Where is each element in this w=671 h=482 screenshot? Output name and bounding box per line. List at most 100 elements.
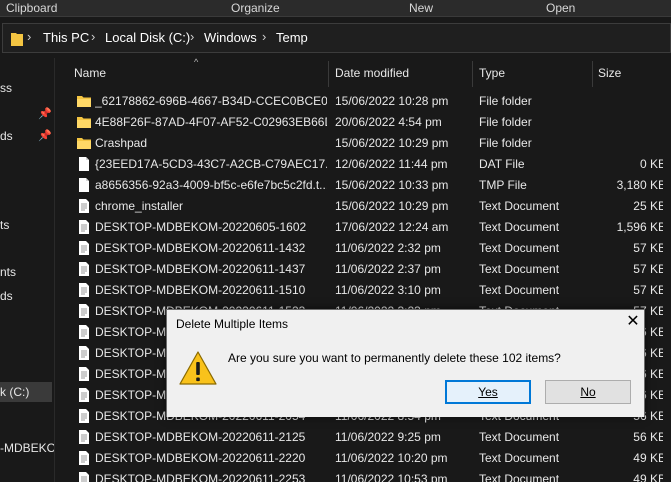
table-row[interactable]: chrome_installer 15/06/2022 10:29 pm Text …	[70, 196, 671, 217]
file-size: 57 KB	[633, 262, 666, 276]
text-doc-icon	[76, 240, 92, 256]
column-header-row: ^ Name Date modified Type Size	[70, 58, 671, 90]
table-row[interactable]: DESKTOP-MDBEKOM-20220611-1437 11/06/2022 …	[70, 259, 671, 280]
text-doc-icon	[76, 282, 92, 298]
file-name: _62178862-696B-4667-B34D-CCEC0BCE0...	[95, 94, 327, 108]
address-box[interactable]: › This PC › Local Disk (C:) › Windows › …	[2, 23, 671, 53]
text-doc-icon	[76, 366, 92, 382]
file-name: DESKTOP-MDBEKOM-20220605-1602	[95, 220, 307, 234]
dialog-body: Are you sure you want to permanently del…	[167, 340, 644, 417]
breadcrumb-separator-icon: ›	[262, 29, 267, 44]
table-row[interactable]: {23EED17A-5CD3-43C7-A2CB-C79AEC17... 12/0…	[70, 154, 671, 175]
dialog-message: Are you sure you want to permanently del…	[228, 351, 561, 365]
ribbon-group-clipboard: Clipboard	[6, 1, 58, 15]
table-row[interactable]: a8656356-92a3-4009-bf5c-e6fe7bc5c2fd.t..…	[70, 175, 671, 196]
vertical-scrollbar[interactable]	[663, 58, 671, 482]
file-type: Text Document	[479, 283, 560, 297]
file-size: 49 KB	[633, 451, 666, 465]
folder-icon	[76, 93, 92, 109]
yes-button[interactable]: Yes	[445, 380, 531, 404]
text-doc-icon	[76, 345, 92, 361]
nav-item[interactable]: ts	[0, 218, 9, 232]
table-row[interactable]: _62178862-696B-4667-B34D-CCEC0BCE0... 15/…	[70, 91, 671, 112]
pin-icon: 📌	[38, 108, 52, 120]
table-row[interactable]: DESKTOP-MDBEKOM-20220611-2253 11/06/2022 …	[70, 469, 671, 482]
file-name: Crashpad	[95, 136, 148, 150]
column-header-size[interactable]: Size	[598, 58, 621, 90]
file-type: Text Document	[479, 451, 560, 465]
column-header-name[interactable]: Name	[74, 58, 106, 90]
column-divider[interactable]	[472, 61, 473, 87]
file-icon	[76, 177, 92, 193]
file-size: 0 KB	[639, 157, 666, 171]
file-list[interactable]: ^ Name Date modified Type Size _62178862…	[70, 58, 671, 482]
file-date: 15/06/2022 10:29 pm	[335, 136, 449, 150]
column-divider[interactable]	[592, 61, 593, 87]
breadcrumb-windows[interactable]: Windows	[204, 30, 257, 45]
address-bar[interactable]: › This PC › Local Disk (C:) › Windows › …	[0, 18, 671, 57]
table-row[interactable]: DESKTOP-MDBEKOM-20220611-1432 11/06/2022 …	[70, 238, 671, 259]
file-date: 11/06/2022 3:10 pm	[335, 283, 441, 297]
file-name: DESKTOP-MDBEKOM-20220611-1510	[95, 283, 306, 297]
ribbon-group-open: Open	[546, 1, 576, 15]
sort-ascending-icon: ^	[194, 58, 199, 67]
file-date: 15/06/2022 10:28 pm	[335, 94, 449, 108]
file-type: Text Document	[479, 199, 560, 213]
file-type: TMP File	[479, 178, 527, 192]
file-date: 11/06/2022 2:37 pm	[335, 262, 441, 276]
text-doc-icon	[76, 408, 92, 424]
table-row[interactable]: DESKTOP-MDBEKOM-20220611-2125 11/06/2022 …	[70, 427, 671, 448]
file-type: DAT File	[479, 157, 525, 171]
file-name: DESKTOP-MDBEKOM-20220611-1437	[95, 262, 306, 276]
file-type: File folder	[479, 115, 532, 129]
text-doc-icon	[76, 324, 92, 340]
yes-button-label: Yes	[478, 385, 498, 399]
file-size: 49 KB	[633, 472, 666, 482]
ribbon-group-new: New	[409, 1, 434, 15]
file-type: Text Document	[479, 430, 560, 444]
file-type: Text Document	[479, 262, 560, 276]
text-doc-icon	[76, 450, 92, 466]
file-date: 15/06/2022 10:29 pm	[335, 199, 449, 213]
table-row[interactable]: DESKTOP-MDBEKOM-20220611-1510 11/06/2022 …	[70, 280, 671, 301]
nav-item-local-disk[interactable]: k (C:)	[0, 385, 29, 399]
file-size: 25 KB	[633, 199, 666, 213]
file-size: 57 KB	[633, 283, 666, 297]
nav-item[interactable]: ss	[0, 81, 12, 95]
ribbon-group-organize: Organize	[231, 1, 280, 15]
file-type: File folder	[479, 136, 532, 150]
text-doc-icon	[76, 261, 92, 277]
breadcrumb-this-pc[interactable]: This PC	[43, 30, 89, 45]
file-date: 11/06/2022 2:32 pm	[335, 241, 441, 255]
table-row[interactable]: 4E88F26F-87AD-4F07-AF52-C02963EB66D... 20…	[70, 112, 671, 133]
no-button[interactable]: No	[545, 380, 631, 404]
column-header-type[interactable]: Type	[479, 58, 505, 90]
breadcrumb-separator-icon: ›	[27, 29, 32, 44]
breadcrumb-temp[interactable]: Temp	[276, 30, 308, 45]
nav-item-desktop[interactable]: -MDBEKOM	[0, 441, 54, 455]
dialog-title: Delete Multiple Items	[176, 317, 289, 331]
table-row[interactable]: Crashpad 15/06/2022 10:29 pm File folder	[70, 133, 671, 154]
column-divider[interactable]	[328, 61, 329, 87]
close-icon[interactable]: ✕	[623, 313, 643, 333]
file-size: 57 KB	[633, 241, 666, 255]
table-row[interactable]: DESKTOP-MDBEKOM-20220605-1602 17/06/2022 …	[70, 217, 671, 238]
file-date: 20/06/2022 4:54 pm	[335, 115, 442, 129]
file-icon	[76, 156, 92, 172]
file-name: {23EED17A-5CD3-43C7-A2CB-C79AEC17...	[95, 157, 327, 171]
breadcrumb-local-disk[interactable]: Local Disk (C:)	[105, 30, 190, 45]
nav-item[interactable]: ds	[0, 129, 13, 143]
table-row[interactable]: DESKTOP-MDBEKOM-20220611-2220 11/06/2022 …	[70, 448, 671, 469]
nav-item[interactable]: ds	[0, 289, 13, 303]
nav-item[interactable]: nts	[0, 265, 16, 279]
text-doc-icon	[76, 198, 92, 214]
navigation-pane[interactable]: ss 📌 ds 📌 ts nts ds k (C:) -MDBEKOM	[0, 58, 55, 482]
ribbon: Clipboard Organize New Open	[0, 0, 671, 17]
file-size: 56 KB	[633, 430, 666, 444]
breadcrumb-separator-icon: ›	[91, 29, 96, 44]
file-name: DESKTOP-MDBEKOM-20220611-2253	[95, 472, 306, 482]
column-header-date[interactable]: Date modified	[335, 58, 409, 90]
file-size: 3,180 KB	[616, 178, 666, 192]
delete-dialog: Delete Multiple Items ✕ Are you sure you…	[166, 309, 645, 417]
text-doc-icon	[76, 429, 92, 445]
